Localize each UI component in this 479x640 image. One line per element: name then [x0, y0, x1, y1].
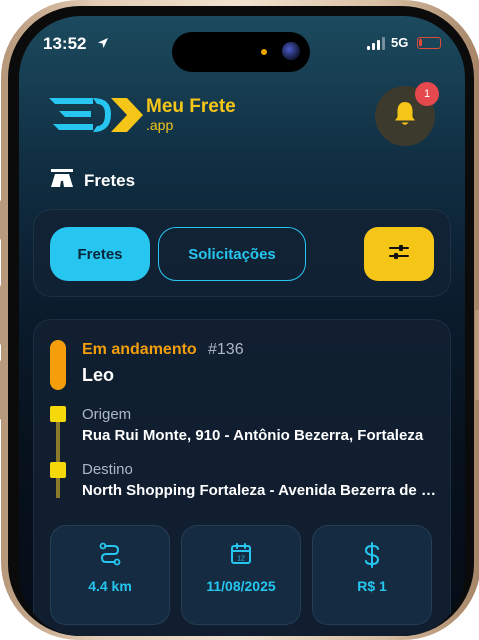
distance-value: 4.4 km [88, 578, 132, 594]
destination-label: Destino [82, 461, 133, 478]
side-button [0, 360, 5, 420]
battery-icon [417, 37, 441, 49]
side-button [475, 310, 479, 400]
destination-marker [50, 462, 66, 478]
client-name: Leo [82, 365, 115, 385]
origin-address: Rua Rui Monte, 910 - Antônio Bezerra, Fo… [82, 427, 424, 444]
truck-logo-icon [49, 96, 149, 134]
frete-card[interactable]: Em andamento #136 Leo Origem Rua Rui Mon… [33, 319, 451, 636]
date-stat: 12 11/08/2025 [181, 525, 301, 625]
network-type: 5G [391, 35, 409, 50]
tab-fretes[interactable]: Fretes [50, 227, 150, 281]
status-time: 13:52 [43, 34, 87, 53]
distance-stat: 4.4 km [50, 525, 170, 625]
date-value: 11/08/2025 [206, 578, 276, 594]
origin-label: Origem [82, 406, 132, 423]
indicator-dot [261, 49, 267, 55]
frete-id: #136 [208, 341, 244, 358]
price-stat: R$ 1 [312, 525, 432, 625]
location-arrow-icon [97, 36, 109, 52]
dynamic-island [172, 32, 310, 72]
camera-icon [282, 42, 300, 60]
sliders-icon [389, 243, 409, 266]
brand-name: Meu Frete [146, 96, 236, 117]
svg-text:12: 12 [237, 556, 245, 563]
signal-icon [367, 37, 385, 50]
section-header: Fretes [50, 168, 135, 193]
side-button [0, 200, 5, 240]
calendar-icon: 12 [182, 542, 300, 566]
notification-badge: 1 [415, 82, 439, 106]
tabs-container: Fretes Solicitações [33, 209, 451, 297]
filter-button[interactable] [364, 227, 434, 281]
route-line [56, 420, 60, 498]
dollar-icon [313, 542, 431, 568]
frete-status: Em andamento [82, 341, 197, 358]
status-indicator [50, 340, 66, 390]
bell-icon [393, 101, 417, 132]
origin-marker [50, 406, 66, 422]
side-button [0, 285, 5, 345]
destination-address: North Shopping Fortaleza - Avenida Bezer… [82, 482, 438, 499]
route-icon [51, 542, 169, 566]
page-title: Fretes [84, 170, 136, 190]
brand-suffix: .app [146, 117, 174, 133]
app-screen: 13:52 5G Meu Frete .app 1 Fretes Fretes … [19, 16, 465, 636]
road-icon [50, 168, 74, 193]
price-value: R$ 1 [357, 578, 387, 594]
tab-solicitacoes[interactable]: Solicitações [158, 227, 306, 281]
